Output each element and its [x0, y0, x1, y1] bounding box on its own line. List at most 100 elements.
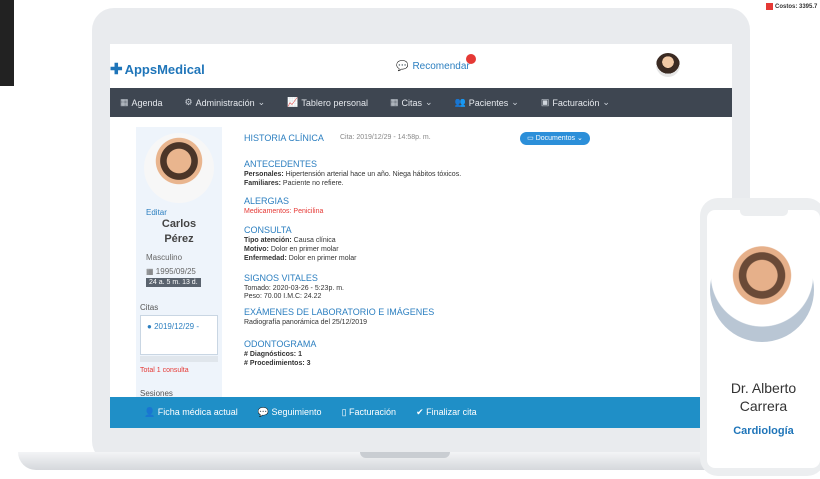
costos-marker [766, 3, 773, 10]
documents-label: Documentos [535, 135, 576, 142]
antecedentes-heading: ANTECEDENTES [244, 159, 318, 169]
users-icon: 👥 [454, 97, 466, 107]
nav-tablero-label: Tablero personal [301, 97, 368, 108]
app-screen: ✚ AppsMedical 💬 Recomendar ▦ Agenda ⚙ Ad… [110, 44, 732, 428]
nav-facturacion[interactable]: ▣ Facturación ⌄ [541, 97, 610, 108]
chevron-down-icon: ⌄ [425, 97, 433, 107]
odontograma-diagnosticos: # Diagnósticos: 1 [244, 351, 302, 358]
seguimiento-label: Seguimiento [271, 407, 322, 417]
nav-citas[interactable]: ▦ Citas ⌄ [390, 97, 433, 108]
app-logo[interactable]: ✚ AppsMedical [110, 60, 205, 78]
personales-label: Personales: [244, 171, 284, 178]
odontograma-procedimientos: # Procedimientos: 3 [244, 360, 311, 367]
patient-sidebar: Editar Carlos Pérez Masculino ▦ 1995/09/… [136, 127, 222, 398]
check-circle-icon: ✔ [416, 407, 424, 417]
consulta-heading: CONSULTA [244, 225, 292, 235]
costos-text: Costos: 3395.7 [775, 3, 818, 10]
enfermedad-value: Dolor en primer molar [288, 255, 357, 262]
enfermedad-label: Enfermedad: [244, 255, 287, 262]
patient-last-name: Pérez [164, 233, 194, 245]
folder-icon: ▭ [527, 135, 534, 142]
personales-value: Hipertensión arterial hace un año. Niega… [285, 171, 462, 178]
money-icon: ▣ [540, 97, 550, 107]
user-icon: 👤 [144, 407, 156, 417]
patient-photo [144, 133, 214, 203]
edit-patient-link[interactable]: Editar [146, 208, 167, 217]
gears-icon: ⚙ [184, 97, 193, 107]
examenes-heading: EXÁMENES DE LABORATORIO E IMÁGENES [244, 307, 435, 317]
consulta-enfermedad: Enfermedad: Dolor en primer molar [244, 255, 356, 262]
clinical-record: HISTORIA CLÍNICA Cita: 2019/12/29 - 14:5… [244, 127, 714, 397]
nav-pacientes[interactable]: 👥 Pacientes ⌄ [455, 97, 519, 108]
finalizar-cita-button[interactable]: ✔ Finalizar cita [416, 407, 477, 418]
nav-agenda[interactable]: ▦ Agenda [120, 97, 163, 108]
finalizar-cita-label: Finalizar cita [426, 407, 477, 417]
doctor-first-name: Dr. Alberto [730, 380, 797, 396]
citas-heading: Citas [140, 303, 159, 312]
odontograma-heading: ODONTOGRAMA [244, 339, 317, 349]
alergias-value: Medicamentos: Penicilina [244, 208, 324, 215]
antecedentes-familiares: Familiares: Paciente no refiere. [244, 180, 344, 187]
recommend-button[interactable]: 💬 Recomendar [396, 61, 470, 72]
nav-citas-label: Citas [401, 97, 422, 108]
motivo-label: Motivo: [244, 246, 269, 253]
nav-pacientes-label: Pacientes [468, 97, 509, 108]
action-footer: 👤 Ficha médica actual 💬 Seguimiento ▯ Fa… [110, 397, 732, 428]
nav-facturacion-label: Facturación [552, 97, 600, 108]
bullet-icon: ● [147, 322, 152, 331]
motivo-value: Dolor en primer molar [270, 246, 339, 253]
patient-age: 24 a. 5 m. 13 d. [146, 278, 201, 287]
consulta-tipo: Tipo atención: Causa clínica [244, 237, 336, 244]
chevron-down-icon: ⌄ [602, 97, 610, 107]
document-icon: ▯ [341, 407, 347, 417]
costos-badge: Costos: 3395.7 [766, 2, 817, 11]
patient-first-name: Carlos [161, 218, 197, 230]
chart-icon: 📈 [287, 97, 299, 107]
nav-agenda-label: Agenda [131, 97, 163, 108]
ficha-medica-button[interactable]: 👤 Ficha médica actual [144, 407, 238, 418]
nav-administracion-label: Administración [195, 97, 255, 108]
main-navbar: ▦ Agenda ⚙ Administración ⌄ 📈 Tablero pe… [110, 88, 732, 117]
chat-icon: 💬 [257, 407, 269, 417]
citas-scrollbar[interactable] [140, 356, 218, 362]
patient-birth-date: 1995/09/25 [155, 267, 196, 276]
cita-item-label: 2019/12/29 - [154, 322, 200, 331]
notification-badge [466, 54, 476, 64]
chevron-down-icon: ⌄ [257, 97, 266, 107]
laptop-notch [360, 452, 450, 458]
record-title: HISTORIA CLÍNICA [244, 133, 324, 143]
chevron-down-icon: ⌄ [511, 97, 519, 107]
signos-tomado: Tomado: 2020-03-26 - 5:23p. m. [244, 285, 345, 292]
recommend-label: Recomendar [412, 61, 470, 72]
citas-total: Total 1 consulta [140, 367, 189, 374]
patient-gender: Masculino [146, 253, 183, 262]
doctor-photo [710, 238, 814, 342]
calendar-icon: ▦ [120, 97, 129, 107]
patient-birth: ▦ 1995/09/25 [146, 267, 196, 276]
device-edge [0, 0, 14, 86]
chevron-down-icon: ⌄ [576, 135, 583, 142]
nav-tablero[interactable]: 📈 Tablero personal [287, 97, 368, 108]
signos-peso: Peso: 70.00 I.M.C: 24.22 [244, 293, 322, 300]
familiares-value: Paciente no refiere. [282, 180, 344, 187]
citas-list: ● 2019/12/29 - [140, 315, 218, 355]
calendar-icon: ▦ [146, 267, 154, 276]
nav-administracion[interactable]: ⚙ Administración ⌄ [185, 97, 266, 108]
facturacion-label: Facturación [349, 407, 397, 417]
phone-notch [740, 210, 788, 216]
user-avatar[interactable] [656, 53, 680, 77]
facturacion-button[interactable]: ▯ Facturación [342, 407, 397, 418]
calendar-icon: ▦ [389, 97, 399, 107]
cita-item[interactable]: ● 2019/12/29 - [147, 322, 199, 331]
logo-text: AppsMedical [124, 61, 205, 77]
signos-heading: SIGNOS VITALES [244, 273, 318, 283]
tipo-value: Causa clínica [293, 237, 336, 244]
chat-icon: 💬 [396, 61, 409, 72]
doctor-last-name: Carrera [739, 398, 788, 414]
documents-button[interactable]: ▭ Documentos ⌄ [520, 132, 590, 145]
tipo-label: Tipo atención: [244, 237, 292, 244]
seguimiento-button[interactable]: 💬 Seguimiento [258, 407, 322, 418]
examenes-value: Radiografía panorámica del 25/12/2019 [244, 319, 367, 326]
antecedentes-personales: Personales: Hipertensión arterial hace u… [244, 171, 461, 178]
ficha-medica-label: Ficha médica actual [157, 407, 238, 417]
